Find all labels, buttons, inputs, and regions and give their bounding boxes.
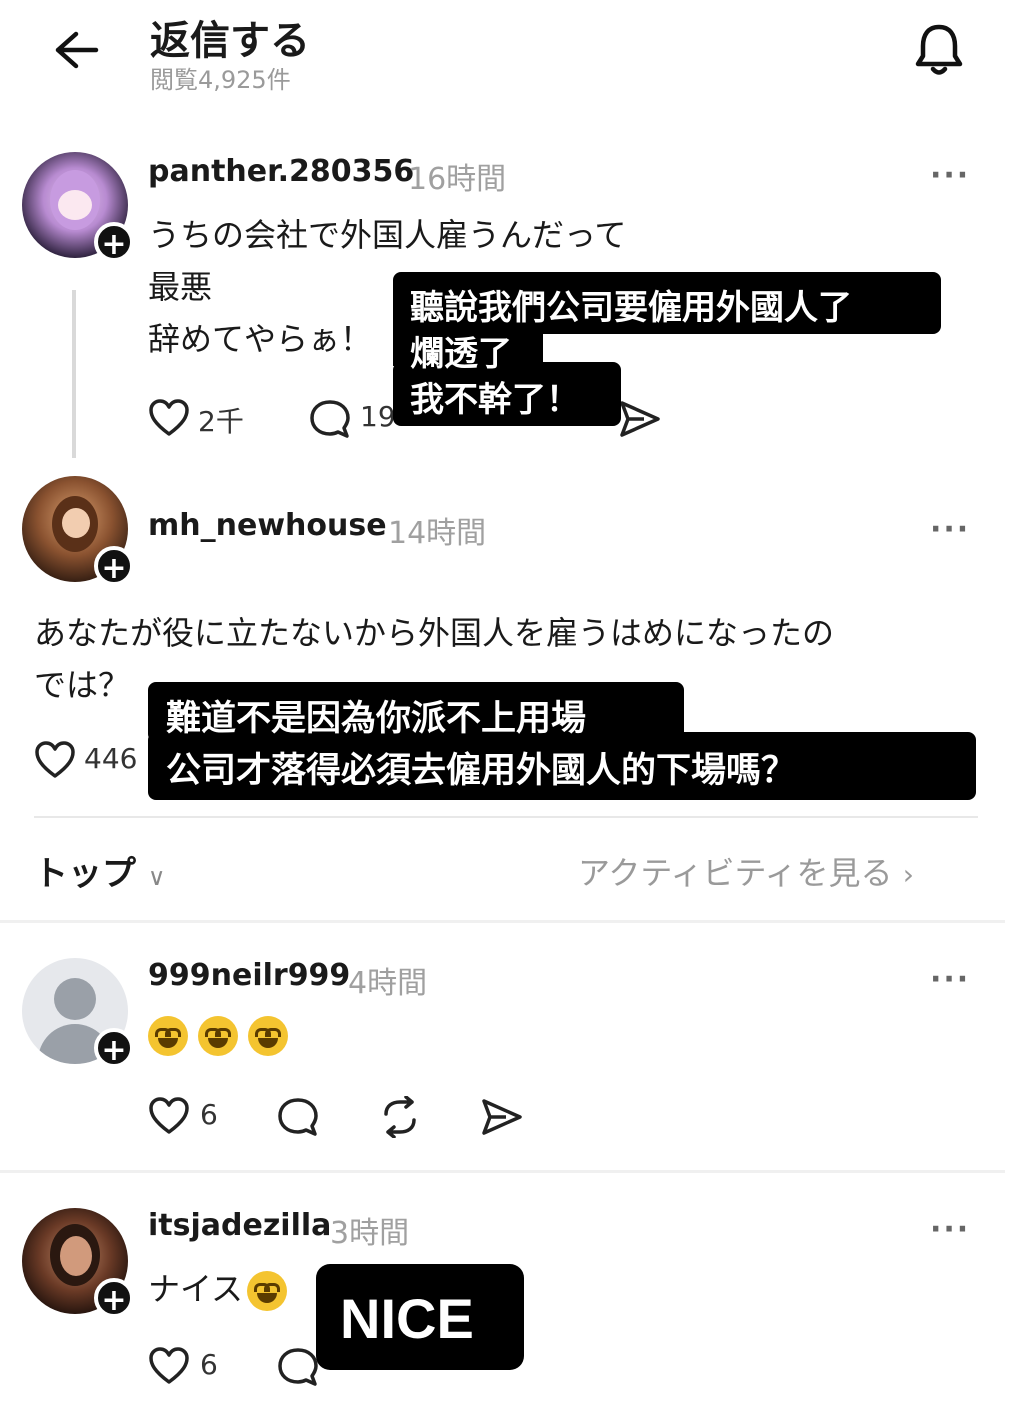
like-count: 446	[84, 742, 138, 775]
bell-icon[interactable]	[912, 22, 966, 78]
rofl-emoji-icon	[148, 1016, 188, 1056]
post-username[interactable]: mh_newhouse	[148, 508, 387, 543]
post-text-line: 辞めてやらぁ！	[148, 320, 373, 358]
rofl-emoji-icon	[248, 1016, 288, 1056]
overlay-text: 公司才落得必須去僱用外國人的下場嗎？	[166, 751, 797, 791]
post-text-line: 最悪	[148, 268, 213, 306]
laughing-tears-emoji-icon	[247, 1271, 288, 1311]
page-title: 返信する	[150, 18, 310, 64]
comment-icon[interactable]	[308, 398, 352, 440]
follow-plus-icon[interactable]: +	[94, 1028, 134, 1068]
heart-icon[interactable]	[148, 1096, 190, 1136]
heart-icon[interactable]	[148, 1346, 190, 1386]
post-text-line: うちの会社で外国人雇うんだって	[148, 216, 627, 254]
heart-icon[interactable]	[34, 740, 76, 780]
divider	[0, 1170, 1005, 1173]
post-text-line: あなたが役に立たないから外国人を雇うはめになったの	[34, 614, 835, 652]
more-icon[interactable]: ···	[930, 158, 970, 193]
reply-username[interactable]: itsjadezilla	[148, 1208, 331, 1243]
follow-plus-icon[interactable]: +	[94, 222, 134, 262]
divider	[34, 816, 978, 818]
overlay-text: NICE	[340, 1287, 474, 1350]
chevron-down-icon: ∨	[147, 863, 166, 891]
comment-count: 19	[360, 400, 396, 433]
reply-text-label: ナイス	[148, 1270, 244, 1308]
thread-line	[72, 290, 76, 458]
comment-icon[interactable]	[276, 1346, 320, 1388]
heart-icon[interactable]	[148, 398, 190, 438]
rofl-emoji-icon	[198, 1016, 238, 1056]
more-icon[interactable]: ···	[930, 962, 970, 997]
overlay-text: 聽說我們公司要僱用外國人了	[410, 288, 852, 328]
chevron-right-icon: ›	[902, 858, 914, 891]
more-icon[interactable]: ···	[930, 512, 970, 547]
divider	[0, 920, 1005, 923]
send-icon[interactable]	[480, 1096, 524, 1138]
more-icon[interactable]: ···	[930, 1212, 970, 1247]
activity-label: アクティビティを見る	[578, 854, 893, 892]
follow-plus-icon[interactable]: +	[94, 546, 134, 586]
send-icon[interactable]	[618, 398, 662, 440]
repost-icon[interactable]	[378, 1096, 422, 1138]
comment-icon[interactable]	[276, 1096, 320, 1138]
overlay-text: 難道不是因為你派不上用場	[166, 699, 587, 739]
post-text-line: では？	[34, 666, 131, 704]
reply-emojis	[148, 1016, 298, 1056]
view-count: 閲覧4,925件	[150, 66, 291, 94]
reply-time: 4時間	[348, 966, 428, 1001]
overlay-text: 我不幹了！	[410, 380, 580, 420]
sort-dropdown[interactable]: トップ ∨	[34, 846, 165, 895]
like-count: 6	[200, 1098, 218, 1131]
reply-text: ナイス	[148, 1264, 297, 1311]
overlay-text: 爛透了	[410, 334, 512, 374]
like-count: 2千	[198, 405, 244, 438]
sort-label: トップ	[34, 854, 136, 894]
post-time: 14時間	[388, 516, 487, 551]
post-time: 16時間	[408, 162, 507, 197]
follow-plus-icon[interactable]: +	[94, 1278, 134, 1318]
reply-username[interactable]: 999neilr999	[148, 958, 350, 993]
like-count: 6	[200, 1348, 218, 1381]
back-arrow-icon[interactable]	[52, 28, 100, 72]
reply-time: 3時間	[330, 1216, 410, 1251]
post-username[interactable]: panther.280356	[148, 154, 414, 189]
view-activity-link[interactable]: アクティビティを見る ›	[578, 848, 914, 894]
